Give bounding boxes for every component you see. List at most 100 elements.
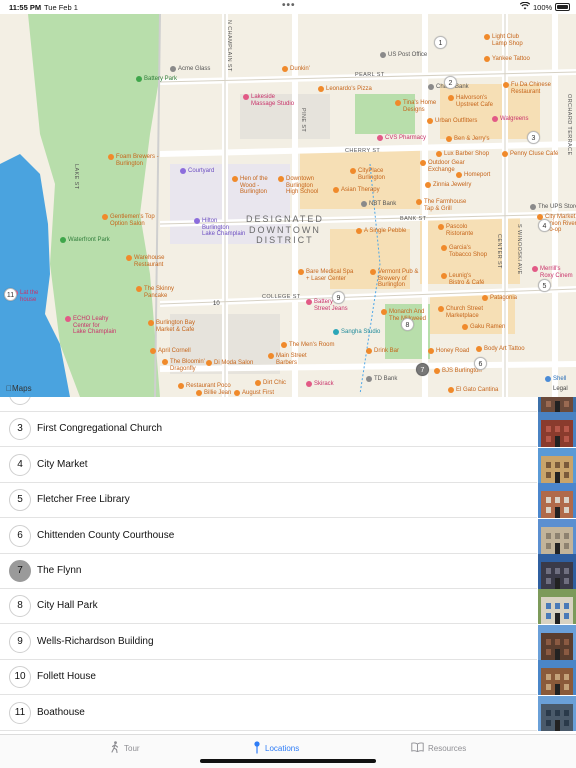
location-row[interactable]: 3 First Congregational Church [0, 412, 537, 448]
map-marker-1[interactable]: 1 [434, 36, 447, 49]
map-poi[interactable]: Leonardo's Pizza [318, 86, 372, 94]
map-poi[interactable]: Ben & Jerry's [446, 136, 490, 144]
map-poi[interactable]: Gentlemen's Top Option Salon [102, 214, 155, 227]
map-poi[interactable]: Hilton Burlington Lake Champlain [194, 218, 245, 238]
map-poi[interactable]: Di Moda Salon [206, 360, 253, 368]
map-poi[interactable]: August First [234, 390, 274, 397]
map-poi[interactable]: The Men's Room [281, 342, 335, 350]
map-poi[interactable]: Foam Brewers - Burlington [108, 154, 159, 167]
map-poi[interactable]: Penny Cluse Café [502, 151, 558, 159]
map-poi[interactable]: Skirack [306, 381, 334, 389]
map-poi[interactable]: Lakeside Massage Studio [243, 94, 294, 107]
map-poi[interactable]: Walgreens [492, 116, 528, 124]
location-row[interactable]: 8 City Hall Park [0, 589, 537, 625]
map-poi[interactable]: Dirt Chic [255, 380, 286, 388]
map-poi[interactable]: Tina's Home Designs [395, 100, 436, 113]
tab-resources[interactable]: Resources [411, 740, 466, 756]
map-poi[interactable]: NBT Bank [361, 201, 396, 209]
map-poi[interactable]: Warehouse Restaurant [126, 255, 164, 268]
map-poi[interactable]: TD Bank [366, 376, 397, 384]
map-marker-8[interactable]: 8 [401, 318, 414, 331]
map-poi[interactable]: Dunkin' [282, 66, 310, 74]
map-marker-9[interactable]: 9 [332, 291, 345, 304]
map-poi[interactable]: Asian Therapy [333, 187, 380, 195]
location-row[interactable]: 11 Boathouse [0, 696, 537, 731]
map-poi[interactable]: The Farmhouse Tap & Grill [416, 199, 466, 212]
map-poi[interactable]: Main Street Barbers [268, 353, 307, 366]
poi-dot-icon [427, 118, 433, 124]
map-poi[interactable]: Gaku Ramen [462, 324, 505, 332]
map-poi[interactable]: The Skinny Pancake [136, 286, 174, 299]
map-poi[interactable]: The Bloomin' Dragonfly [162, 359, 205, 372]
map-poi[interactable]: Lux Barber Shop [436, 151, 489, 159]
map-poi[interactable]: Garcia's Tobacco Shop [441, 245, 487, 258]
tab-locations[interactable]: Locations [253, 740, 299, 756]
map-poi[interactable]: Shell [545, 376, 566, 384]
location-row[interactable]: 10 Follett House [0, 660, 537, 696]
map-poi[interactable]: Downtown Burlington High School [278, 176, 318, 196]
location-number-badge: 8 [9, 595, 31, 618]
map-poi[interactable]: Hen of the Wood - Burlington [232, 176, 268, 196]
street-n-champlain: N CHAMPLAIN ST [226, 20, 232, 72]
map-poi[interactable]: Sangha Studio [333, 329, 380, 337]
map-marker-5[interactable]: 5 [538, 279, 551, 292]
map-poi[interactable]: Waterfront Park [60, 237, 110, 245]
locations-list[interactable]: 2 Richardson Place 3 First Congregational C… [0, 397, 576, 734]
map-poi[interactable]: April Cornell [150, 348, 191, 356]
map-poi[interactable]: El Gato Cantina [448, 387, 498, 395]
map-poi[interactable]: Bare Medical Spa + Laser Center [298, 269, 353, 282]
location-row[interactable]: 7 The Flynn [0, 554, 537, 589]
map-marker-3[interactable]: 3 [527, 131, 540, 144]
map-poi[interactable]: Yankee Tattoo [484, 56, 530, 64]
map-marker-4[interactable]: 4 [538, 219, 551, 232]
map-poi[interactable]: CityPlace Burlington [350, 168, 385, 181]
home-indicator[interactable] [200, 759, 376, 763]
poi-dot-icon [298, 269, 304, 275]
map-poi[interactable]: Light Club Lamp Shop [484, 34, 523, 47]
map-poi[interactable]: Vermont Pub & Brewery of Burlington [370, 269, 418, 289]
map-poi[interactable]: Body Art Tattoo [476, 346, 525, 354]
map-marker-11[interactable]: 11 [4, 288, 17, 301]
map-poi[interactable]: Pascolo Ristorante [438, 224, 473, 237]
map-poi[interactable]: Courtyard [180, 168, 214, 176]
map-poi[interactable]: Honey Road [428, 348, 469, 356]
map-poi[interactable]: Halvorson's Upstreet Cafe [448, 95, 493, 108]
location-row[interactable]: 6 Chittenden County Courthouse [0, 519, 537, 554]
map-marker-2[interactable]: 2 [444, 76, 457, 89]
poi-label: Gentlemen's Top Option Salon [110, 214, 155, 227]
map-poi[interactable]: US Post Office [380, 52, 427, 60]
location-row[interactable]: 2 Richardson Place [0, 397, 537, 412]
map-poi[interactable]: Battery Park [136, 76, 177, 84]
poi-dot-icon [255, 380, 261, 386]
map-poi[interactable]: Church Street Marketplace [438, 306, 483, 319]
map-poi[interactable]: Drink Bar [366, 348, 399, 356]
map-poi[interactable]: Billie Jean [196, 390, 231, 397]
multitasking-dots-icon[interactable]: ••• [282, 0, 296, 11]
map-poi[interactable]: ECHO Leahy Center for Lake Champlain [65, 316, 116, 336]
map-marker-7[interactable]: 7 [416, 363, 429, 376]
map-poi[interactable]: Burlington Bay Market & Cafe [148, 320, 195, 333]
poi-label: El Gato Cantina [456, 387, 499, 393]
location-row[interactable]: 4 City Market [0, 448, 537, 483]
map-poi[interactable]: BJS Burlington [434, 368, 482, 376]
map-poi[interactable]: Homeport [456, 172, 490, 180]
tab-tour[interactable]: Tour [110, 740, 140, 756]
map-poi[interactable]: Merrill's Roxy Cinem [532, 266, 573, 279]
map-marker-6[interactable]: 6 [474, 357, 487, 370]
map-poi[interactable]: CVS Pharmacy [377, 135, 426, 143]
map-poi[interactable]: Leunig's Bistro & Café [441, 273, 484, 286]
map-view[interactable]: DESIGNATED DOWNTOWN DISTRICT PEARL ST CH… [0, 14, 576, 397]
map-poi[interactable]: The UPS Store [530, 204, 576, 212]
location-row[interactable]: 9 Wells-Richardson Building [0, 625, 537, 660]
legal-link[interactable]: Legal [553, 386, 568, 392]
status-time: 11:55 PM [9, 3, 42, 12]
map-poi[interactable]: Patagonia [482, 295, 517, 303]
map-poi[interactable]: Urban Outfitters [427, 118, 477, 126]
poi-dot-icon [350, 168, 356, 174]
map-poi[interactable]: Zinnia Jewelry [425, 182, 471, 190]
map-poi[interactable]: Fu Da Chinese Restaurant [503, 82, 551, 95]
map-poi[interactable]: Acme Glass [170, 66, 210, 74]
location-row[interactable]: 5 Fletcher Free Library [0, 483, 537, 519]
poi-label: Merrill's Roxy Cinem [540, 266, 573, 279]
map-poi[interactable]: A Single Pebble [356, 228, 406, 236]
